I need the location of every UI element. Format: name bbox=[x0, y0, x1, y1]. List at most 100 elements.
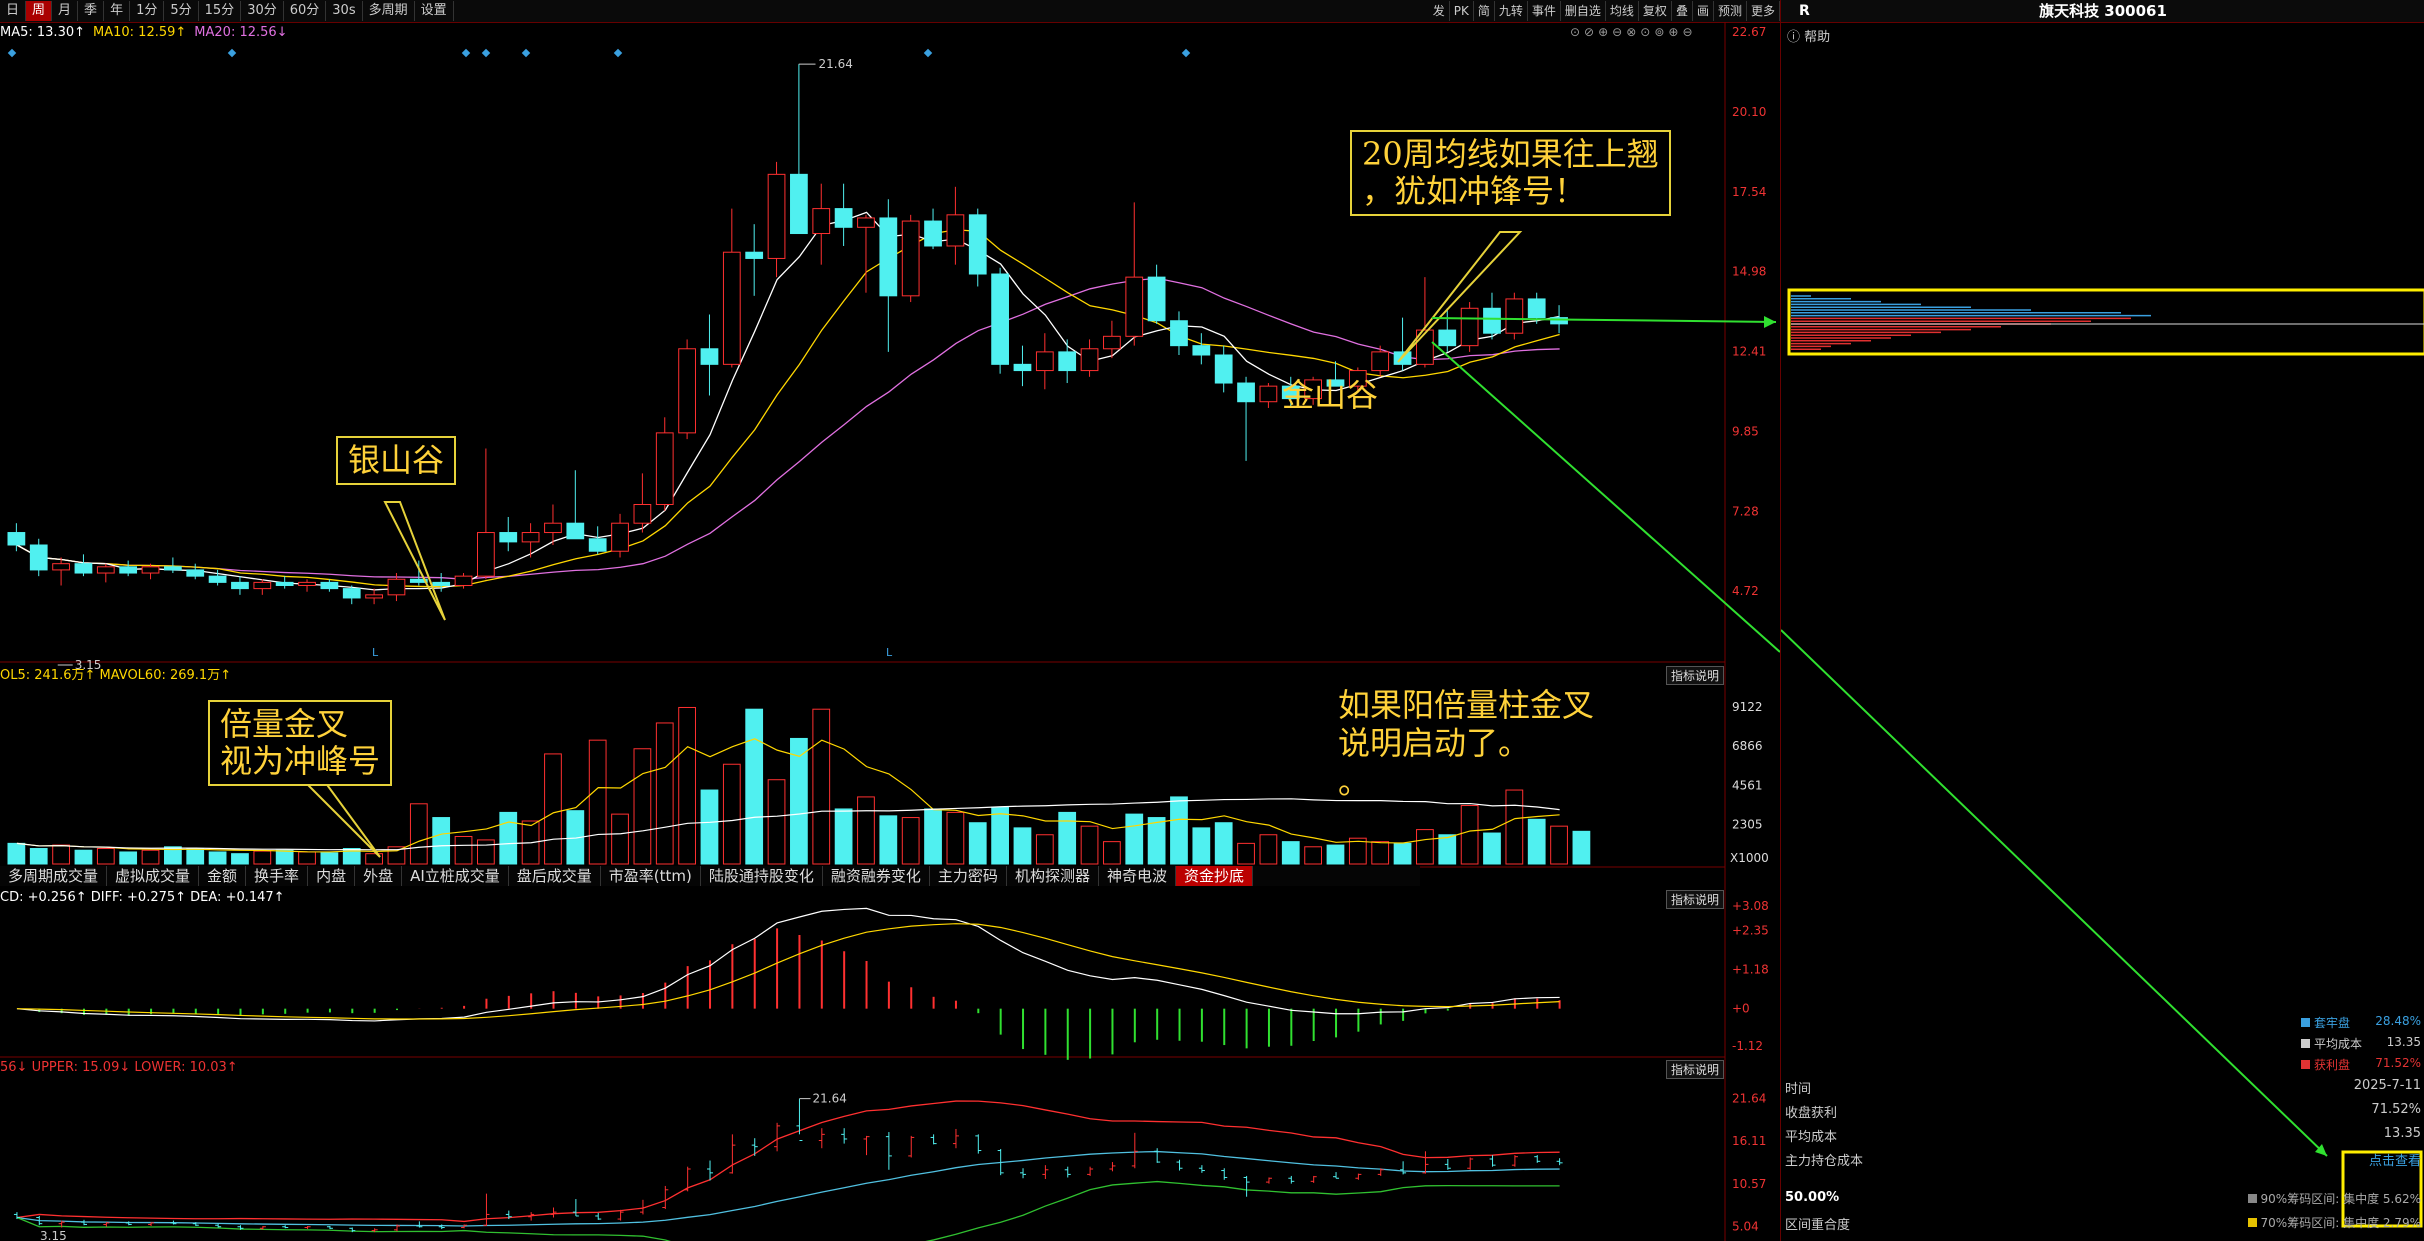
period-tab-4[interactable]: 年 bbox=[104, 1, 131, 21]
ma20-line bbox=[16, 277, 1560, 580]
period-tab-6[interactable]: 5分 bbox=[164, 1, 199, 21]
candle-body bbox=[901, 220, 920, 297]
toolbar-tool-2[interactable]: 简 bbox=[1474, 1, 1495, 21]
volume-bar bbox=[901, 817, 920, 865]
candle-body bbox=[1035, 351, 1054, 372]
volume-bar bbox=[1550, 825, 1568, 865]
toolbar-tool-6[interactable]: 均线 bbox=[1606, 1, 1639, 21]
price-tick-3: 14.98 bbox=[1732, 265, 1766, 279]
indicator-tab-14[interactable]: 资金抄底 bbox=[1175, 866, 1253, 886]
period-tab-8[interactable]: 30分 bbox=[241, 1, 284, 21]
price-tick-6: 7.28 bbox=[1732, 504, 1759, 518]
volume-bar bbox=[1572, 830, 1591, 865]
period-tab-5[interactable]: 1分 bbox=[130, 1, 165, 21]
period-tab-12[interactable]: 设置 bbox=[415, 1, 454, 21]
toolbar-tool-10[interactable]: 预测 bbox=[1714, 1, 1747, 21]
candle-body bbox=[454, 575, 473, 586]
period-tab-11[interactable]: 多周期 bbox=[363, 1, 415, 21]
chart-tool-icons[interactable]: ⊙⊘⊕⊖⊗⊙⊚⊕⊖ bbox=[1570, 25, 1697, 39]
candle-body bbox=[29, 544, 48, 571]
volume-bar bbox=[119, 851, 138, 865]
volume-bar bbox=[1416, 829, 1434, 865]
toolbar-tool-7[interactable]: 复权 bbox=[1639, 1, 1672, 21]
volume-bar bbox=[655, 722, 674, 865]
indicator-tab-6[interactable]: AI立桩成交量 bbox=[402, 866, 509, 886]
chip-highlight-box bbox=[1787, 288, 2424, 356]
candle-body bbox=[1013, 363, 1032, 372]
candle-body bbox=[655, 432, 674, 506]
period-tab-9[interactable]: 60分 bbox=[284, 1, 327, 21]
l-marker-0: L bbox=[372, 646, 379, 659]
candle-body bbox=[968, 214, 987, 275]
volume-bar bbox=[633, 748, 652, 865]
volume-bar bbox=[968, 822, 987, 865]
candle-body bbox=[879, 217, 898, 297]
indicator-tab-13[interactable]: 神奇电波 bbox=[1099, 866, 1176, 886]
toolbar-tool-8[interactable]: 叠 bbox=[1672, 1, 1693, 21]
candle-body bbox=[186, 569, 205, 577]
indicator-tab-1[interactable]: 虚拟成交量 bbox=[107, 866, 200, 886]
indicator-tab-5[interactable]: 外盘 bbox=[355, 866, 403, 886]
period-tab-2[interactable]: 月 bbox=[52, 1, 79, 21]
macd-explain-button[interactable]: 指标说明 bbox=[1666, 890, 1725, 909]
candle-body bbox=[1147, 276, 1166, 322]
candle-body bbox=[320, 581, 339, 590]
candle-body bbox=[342, 588, 361, 599]
volume-bar bbox=[834, 808, 853, 865]
volume-bar bbox=[1393, 842, 1412, 865]
volume-bar bbox=[1259, 834, 1278, 865]
indicator-tab-4[interactable]: 内盘 bbox=[308, 866, 356, 886]
volume-bar bbox=[1304, 846, 1322, 865]
volume-bar bbox=[477, 839, 495, 865]
macd-tick-3: +0 bbox=[1732, 1002, 1750, 1016]
volume-bar bbox=[1214, 822, 1233, 865]
candle-body bbox=[208, 575, 227, 583]
toolbar-tool-4[interactable]: 事件 bbox=[1528, 1, 1561, 21]
toolbar-tool-9[interactable]: 画 bbox=[1693, 1, 1714, 21]
indicator-tab-9[interactable]: 陆股通持股变化 bbox=[701, 866, 823, 886]
toolbar-tool-5[interactable]: 删自选 bbox=[1561, 1, 1606, 21]
indicator-tab-2[interactable]: 金额 bbox=[199, 866, 247, 886]
indicator-tab-11[interactable]: 主力密码 bbox=[930, 866, 1007, 886]
ma10-label: MA10: 12.59↑ bbox=[93, 25, 187, 40]
indicator-tab-0[interactable]: 多周期成交量 bbox=[0, 866, 108, 886]
range70-swatch bbox=[2247, 1218, 2257, 1227]
boll-legend: 56↓ UPPER: 15.09↓ LOWER: 10.03↑ bbox=[0, 1060, 238, 1075]
volume-bar bbox=[454, 835, 473, 865]
event-diamond-5 bbox=[613, 48, 623, 58]
period-tab-7[interactable]: 15分 bbox=[199, 1, 242, 21]
candle-body bbox=[678, 348, 696, 434]
vol-tick-0: 9122 bbox=[1732, 700, 1763, 714]
volume-bar bbox=[141, 849, 160, 865]
toolbar-tool-11[interactable]: 更多 bbox=[1747, 1, 1780, 21]
indicator-tab-7[interactable]: 盘后成交量 bbox=[509, 866, 601, 886]
volume-bar bbox=[1170, 796, 1188, 865]
boll-tick-1: 16.11 bbox=[1732, 1134, 1766, 1148]
ma20-note-line2: ，犹如冲锋号！ bbox=[1362, 171, 1587, 210]
period-tab-10[interactable]: 30s bbox=[326, 1, 363, 21]
volume-bar bbox=[857, 796, 875, 865]
boll-upper bbox=[16, 1100, 1560, 1223]
period-tab-0[interactable]: 日 bbox=[0, 1, 27, 21]
toolbar-tool-1[interactable]: PK bbox=[1450, 1, 1474, 21]
indicator-tab-10[interactable]: 融资融券变化 bbox=[823, 866, 930, 886]
indicator-tab-12[interactable]: 机构探测器 bbox=[1007, 866, 1099, 886]
volume-bar bbox=[1460, 805, 1479, 865]
candle-body bbox=[1058, 351, 1077, 372]
candle-body bbox=[991, 273, 1009, 365]
candle-body bbox=[1125, 276, 1144, 337]
volume-bar bbox=[52, 844, 70, 865]
volume-explain-button[interactable]: 指标说明 bbox=[1666, 666, 1725, 685]
candle-body bbox=[365, 594, 383, 599]
toolbar-tool-0[interactable]: 发 bbox=[1429, 1, 1450, 21]
indicator-tab-3[interactable]: 换手率 bbox=[246, 866, 309, 886]
indicator-tab-8[interactable]: 市盈率(ttm) bbox=[601, 866, 701, 886]
l-marker-1: L bbox=[886, 646, 893, 659]
period-tab-3[interactable]: 季 bbox=[78, 1, 105, 21]
boll-explain-button[interactable]: 指标说明 bbox=[1666, 1060, 1725, 1079]
ma20-pointer bbox=[1397, 231, 1523, 363]
toolbar-tool-3[interactable]: 九转 bbox=[1495, 1, 1528, 21]
period-tab-1[interactable]: 周 bbox=[26, 1, 53, 21]
price-tick-0: 22.67 bbox=[1732, 25, 1766, 39]
candle-body bbox=[477, 532, 495, 577]
